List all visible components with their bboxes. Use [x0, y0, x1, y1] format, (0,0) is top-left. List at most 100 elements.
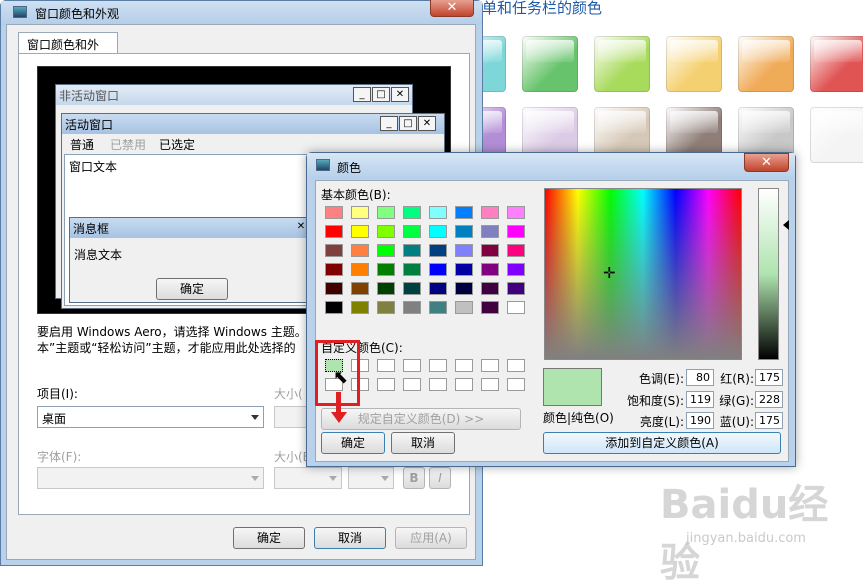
- basic-color-swatch[interactable]: [325, 244, 343, 257]
- luminance-slider[interactable]: [758, 188, 779, 360]
- basic-color-swatch[interactable]: [455, 225, 473, 238]
- cancel-button[interactable]: 取消: [314, 527, 386, 549]
- basic-color-swatch[interactable]: [351, 282, 369, 295]
- custom-color-swatch[interactable]: [377, 359, 395, 372]
- basic-color-swatch[interactable]: [403, 263, 421, 276]
- color-tile[interactable]: [738, 36, 794, 92]
- blue-field[interactable]: 175: [755, 412, 783, 429]
- basic-color-swatch[interactable]: [377, 206, 395, 219]
- basic-color-swatch[interactable]: [325, 225, 343, 238]
- watermark-logo: Baidu经验: [660, 482, 829, 586]
- item-size-input[interactable]: [274, 406, 308, 428]
- menu-disabled: 已禁用: [110, 138, 147, 152]
- basic-color-swatch[interactable]: [429, 282, 447, 295]
- custom-color-swatch[interactable]: [429, 378, 447, 391]
- add-to-custom-colors-button[interactable]: 添加到自定义颜色(A): [543, 432, 781, 454]
- custom-color-swatch[interactable]: [377, 378, 395, 391]
- basic-color-swatch[interactable]: [455, 206, 473, 219]
- color-dialog-title-bar[interactable]: 颜色: [307, 153, 795, 179]
- basic-color-swatch[interactable]: [455, 282, 473, 295]
- saturation-field[interactable]: 119: [686, 391, 714, 408]
- basic-color-swatch[interactable]: [507, 206, 525, 219]
- basic-color-swatch[interactable]: [429, 206, 447, 219]
- basic-color-swatch[interactable]: [377, 282, 395, 295]
- custom-color-swatch[interactable]: [507, 378, 525, 391]
- basic-color-swatch[interactable]: [455, 244, 473, 257]
- color-tile[interactable]: [810, 107, 863, 163]
- color-tile[interactable]: [810, 36, 863, 92]
- custom-color-swatch[interactable]: [481, 378, 499, 391]
- basic-color-swatch[interactable]: [403, 301, 421, 314]
- bold-button[interactable]: B: [403, 467, 425, 489]
- custom-color-swatch[interactable]: [455, 378, 473, 391]
- basic-color-swatch[interactable]: [403, 244, 421, 257]
- hue-field[interactable]: 80: [686, 369, 714, 386]
- chevron-down-icon: [251, 476, 259, 481]
- color-cancel-button[interactable]: 取消: [391, 432, 455, 454]
- basic-color-swatch[interactable]: [325, 206, 343, 219]
- basic-color-swatch[interactable]: [481, 225, 499, 238]
- italic-button[interactable]: I: [429, 467, 451, 489]
- basic-color-swatch[interactable]: [351, 244, 369, 257]
- basic-color-swatch[interactable]: [481, 301, 499, 314]
- basic-color-swatch[interactable]: [403, 225, 421, 238]
- custom-color-swatch[interactable]: [403, 359, 421, 372]
- basic-color-swatch[interactable]: [351, 206, 369, 219]
- basic-color-swatch[interactable]: [507, 301, 525, 314]
- title-bar[interactable]: 窗口颜色和外观: [1, 1, 482, 25]
- minimize-icon: _: [380, 116, 398, 131]
- slider-arrow-icon[interactable]: [783, 220, 789, 230]
- custom-color-swatch[interactable]: [403, 378, 421, 391]
- custom-color-swatch[interactable]: [429, 359, 447, 372]
- basic-color-swatch[interactable]: [351, 263, 369, 276]
- tab-window-color[interactable]: 窗口颜色和外观: [18, 32, 118, 69]
- luminance-field[interactable]: 190: [686, 412, 714, 429]
- apply-button[interactable]: 应用(A): [395, 527, 467, 549]
- green-field[interactable]: 228: [755, 391, 783, 408]
- define-custom-colors-button[interactable]: 规定自定义颜色(D) >>: [321, 408, 521, 430]
- color-spectrum[interactable]: [544, 188, 742, 360]
- basic-color-swatch[interactable]: [481, 206, 499, 219]
- basic-color-swatch[interactable]: [377, 301, 395, 314]
- basic-color-swatch[interactable]: [429, 244, 447, 257]
- font-size-select[interactable]: [274, 467, 342, 489]
- item-label: 项目(I):: [37, 387, 78, 401]
- color-ok-button[interactable]: 确定: [321, 432, 385, 454]
- color-tile[interactable]: [666, 36, 722, 92]
- custom-color-swatch[interactable]: [507, 359, 525, 372]
- close-button[interactable]: ✕: [430, 0, 474, 17]
- red-label: 红(R):: [720, 372, 754, 386]
- ok-button[interactable]: 确定: [233, 527, 305, 549]
- basic-color-swatch[interactable]: [507, 225, 525, 238]
- basic-color-swatch[interactable]: [403, 282, 421, 295]
- font-color-select[interactable]: [348, 467, 394, 489]
- custom-color-swatch[interactable]: [455, 359, 473, 372]
- basic-color-swatch[interactable]: [429, 225, 447, 238]
- basic-color-swatch[interactable]: [507, 282, 525, 295]
- red-field[interactable]: 175: [755, 369, 783, 386]
- basic-color-swatch[interactable]: [481, 244, 499, 257]
- basic-color-swatch[interactable]: [351, 301, 369, 314]
- basic-color-swatch[interactable]: [377, 225, 395, 238]
- color-tile[interactable]: [594, 36, 650, 92]
- basic-color-swatch[interactable]: [481, 282, 499, 295]
- basic-color-swatch[interactable]: [481, 263, 499, 276]
- custom-color-swatch[interactable]: [481, 359, 499, 372]
- font-select[interactable]: [37, 467, 264, 489]
- color-tile[interactable]: [522, 36, 578, 92]
- basic-color-swatch[interactable]: [351, 225, 369, 238]
- basic-color-swatch[interactable]: [429, 263, 447, 276]
- basic-color-swatch[interactable]: [325, 263, 343, 276]
- color-dialog-close-button[interactable]: ✕: [744, 153, 789, 172]
- basic-color-swatch[interactable]: [325, 282, 343, 295]
- basic-color-swatch[interactable]: [403, 206, 421, 219]
- basic-color-swatch[interactable]: [507, 263, 525, 276]
- basic-color-swatch[interactable]: [377, 244, 395, 257]
- basic-color-swatch[interactable]: [377, 263, 395, 276]
- basic-color-swatch[interactable]: [429, 301, 447, 314]
- basic-color-swatch[interactable]: [325, 301, 343, 314]
- item-select[interactable]: 桌面: [37, 406, 264, 428]
- basic-color-swatch[interactable]: [455, 301, 473, 314]
- basic-color-swatch[interactable]: [455, 263, 473, 276]
- basic-color-swatch[interactable]: [507, 244, 525, 257]
